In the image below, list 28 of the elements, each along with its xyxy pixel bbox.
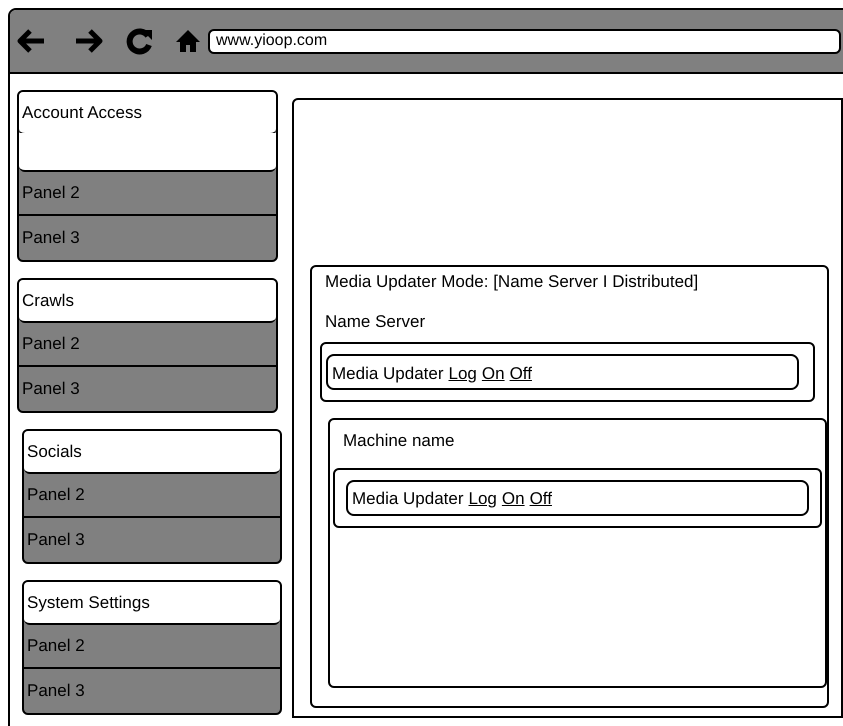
- accordion-item[interactable]: Panel 3: [24, 518, 280, 562]
- accordion-item[interactable]: Panel 2: [24, 474, 280, 518]
- accordion-header[interactable]: Account Access: [19, 92, 276, 135]
- mode-label: Media Updater Mode: [Name Server I Distributed]: [325, 271, 700, 293]
- row-link[interactable]: Log: [448, 360, 477, 386]
- accordion-item[interactable]: Panel 2: [19, 172, 276, 216]
- row-link[interactable]: On: [502, 486, 525, 512]
- back-icon[interactable]: [16, 28, 46, 54]
- forward-icon[interactable]: [74, 28, 104, 54]
- row-link[interactable]: Off: [510, 360, 532, 386]
- row-label: Media Updater: [352, 488, 464, 510]
- accordion-header[interactable]: System Settings: [24, 582, 280, 625]
- section-heading: Name Server: [325, 310, 426, 332]
- accordion-item[interactable]: Panel 2: [19, 323, 276, 367]
- address-field[interactable]: www.yioop.com: [208, 28, 841, 54]
- accordion-item[interactable]: Panel 2: [24, 625, 280, 669]
- row-label: Media Updater: [332, 362, 444, 384]
- home-icon[interactable]: [176, 29, 200, 53]
- accordion-header[interactable]: Crawls: [19, 280, 276, 323]
- accordion-item[interactable]: Panel 3: [19, 216, 276, 260]
- accordion-header[interactable]: Socials: [24, 431, 280, 474]
- section-heading: Machine name: [343, 430, 456, 452]
- accordion-item[interactable]: Panel 3: [24, 669, 280, 713]
- row-link[interactable]: Log: [468, 486, 497, 512]
- reload-icon[interactable]: [126, 27, 154, 55]
- row-link[interactable]: Off: [530, 486, 552, 512]
- accordion-item[interactable]: Panel 3: [19, 367, 276, 411]
- row-link[interactable]: On: [482, 360, 505, 386]
